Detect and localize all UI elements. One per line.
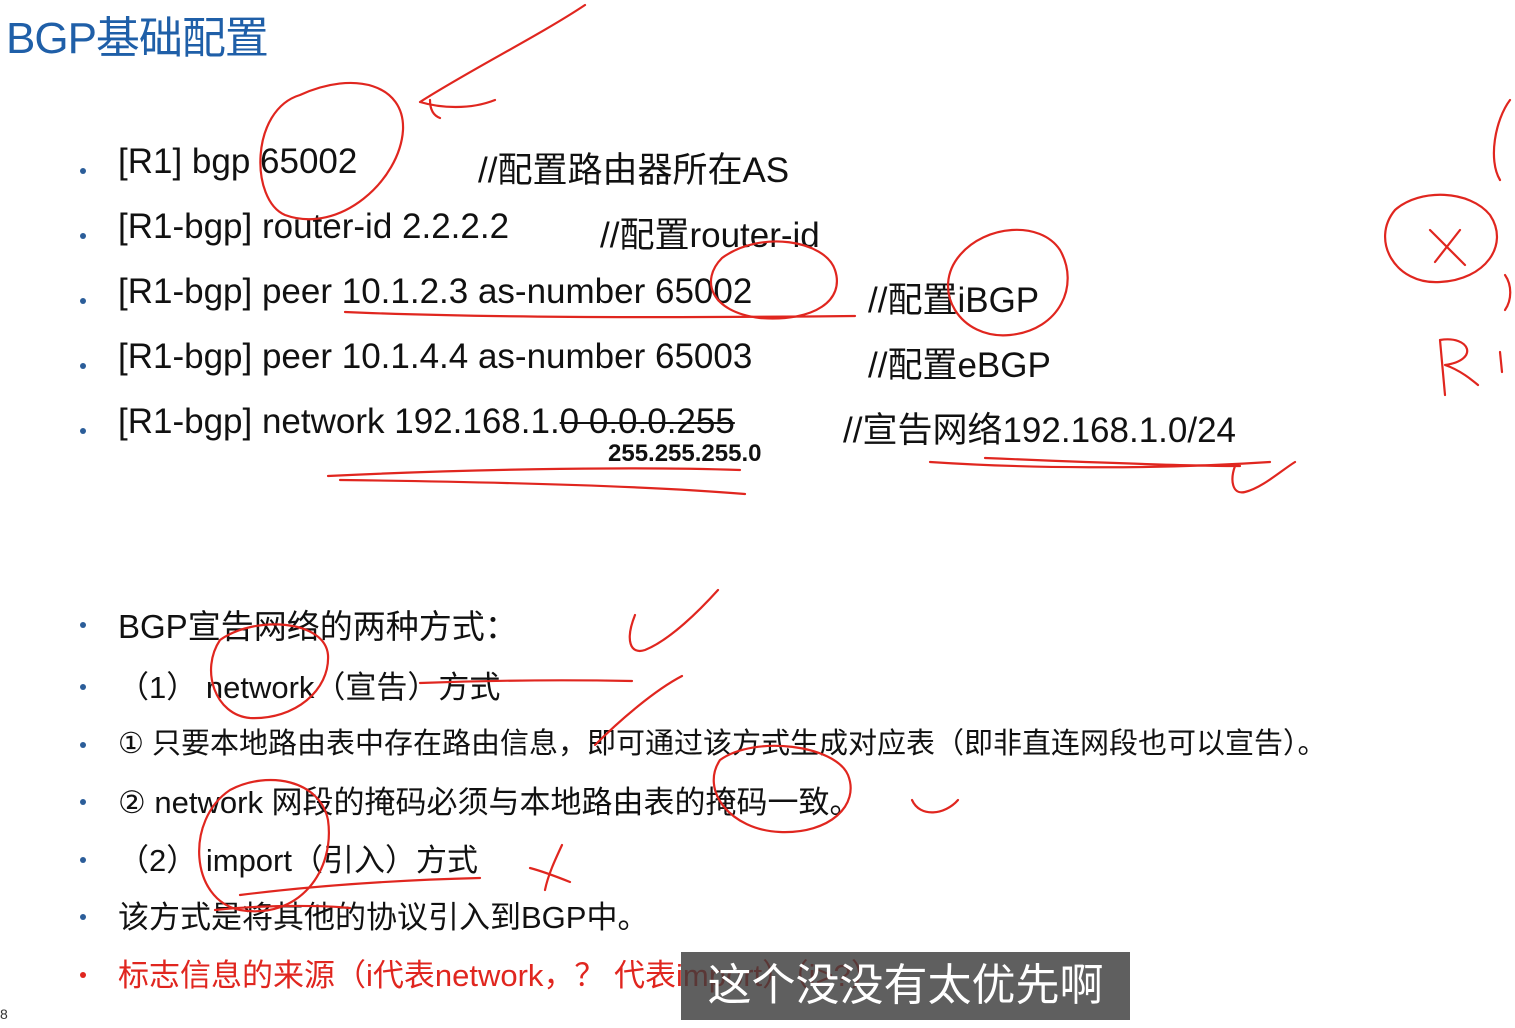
method-text: BGP宣告网络的两种方式： [118,608,518,645]
config-command: [R1] bgp 65002 [118,142,358,181]
ink-x-mark [528,843,572,892]
bullet-icon [80,168,86,174]
method-text: （1） network（宣告）方式 [118,670,501,705]
config-comment: //配置eBGP [868,346,1051,385]
ink-underline-network-1 [326,467,742,478]
ink-letter-one [1498,350,1504,374]
network-command-prefix: [R1-bgp] network 192.168.1. [118,402,560,441]
ink-check-1 [628,588,720,653]
ink-underline-network-2 [338,478,747,496]
ink-smile [910,798,960,814]
slide-number: 8 [0,1006,8,1022]
bullet-icon [80,914,86,920]
bullet-icon [80,684,86,690]
ink-arrow-line [418,3,587,120]
slide-canvas: BGP基础配置 [R1] bgp 65002 //配置路由器所在AS [R1-b… [0,0,1515,1028]
bullet-icon [80,799,86,805]
bullet-icon [80,742,86,748]
config-comment: //配置iBGP [868,281,1040,320]
ink-underline-peer [343,310,857,319]
bullet-icon [80,972,86,978]
slide-title: BGP基础配置 [6,14,269,63]
bullet-icon [80,233,86,239]
config-comment: //配置路由器所在AS [478,151,790,190]
config-comment: //配置router-id [600,216,820,255]
ink-circle-x [1384,193,1499,284]
config-comment: //宣告网络192.168.1.0/24 [843,411,1236,450]
config-command: [R1-bgp] peer 10.1.4.4 as-number 65003 [118,337,753,376]
struck-wildcard-mask: 0 0.0.0.255 [559,402,735,441]
bullet-icon [80,857,86,863]
ink-underline-comment [928,456,1272,469]
config-command: [R1-bgp] router-id 2.2.2.2 [118,207,510,246]
bullet-icon [80,363,86,369]
ink-margin-tick [1503,273,1512,312]
method-text: ② network 网段的掩码必须与本地路由表的掩码一致。 [118,785,861,820]
config-command: [R1-bgp] peer 10.1.2.3 as-number 65002 [118,272,753,311]
ink-x-cross [1428,228,1467,267]
config-command: [R1-bgp] network 192.168.1.0 0.0.0.255 [118,402,735,442]
method-text: ① 只要本地路由表中存在路由信息，即可通过该方式生成对应表（即非直连网段也可以宣… [118,728,1327,760]
video-subtitle: 这个没没有太优先啊 [681,952,1130,1020]
method-text: 该方式是将其他的协议引入到BGP中。 [118,900,649,935]
bullet-icon [80,622,86,628]
bullet-icon [80,298,86,304]
ink-letter-r [1438,338,1480,397]
mask-annotation: 255.255.255.0 [608,440,762,467]
method-text: （2） import（引入）方式 [118,843,478,878]
bullet-icon [80,428,86,434]
ink-hook [1231,460,1297,494]
ink-margin-arc [1492,98,1512,182]
